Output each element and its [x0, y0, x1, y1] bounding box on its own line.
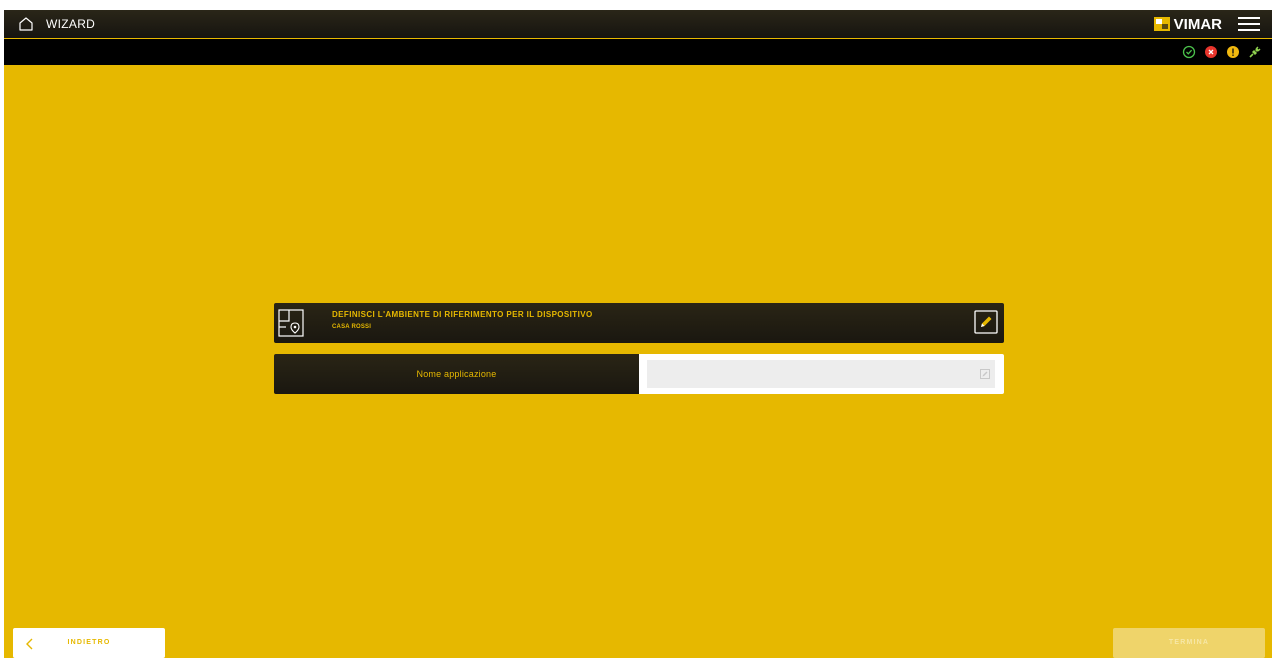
back-button-label: INDIETRO: [67, 639, 111, 646]
app-name-row: Nome applicazione: [274, 354, 1004, 394]
error-circle-icon[interactable]: [1204, 45, 1218, 59]
brand-logo: VIMAR: [1153, 15, 1222, 33]
environment-title: DEFINISCI L'AMBIENTE DI RIFERIMENTO PER …: [332, 310, 593, 319]
check-circle-icon[interactable]: [1182, 45, 1196, 59]
app-name-input[interactable]: [647, 360, 995, 388]
home-icon[interactable]: [18, 16, 34, 32]
warning-circle-icon[interactable]: [1226, 45, 1240, 59]
back-button[interactable]: INDIETRO: [13, 628, 165, 658]
top-bar: WIZARD VIMAR: [4, 10, 1272, 39]
finish-button[interactable]: TERMINA: [1113, 628, 1265, 658]
environment-selector: DEFINISCI L'AMBIENTE DI RIFERIMENTO PER …: [274, 303, 1004, 343]
app-window: WIZARD VIMAR DEFINISCI L'AMBIENTE DI RIF…: [4, 10, 1272, 658]
brand-name: VIMAR: [1173, 15, 1222, 33]
status-bar: [4, 39, 1272, 65]
plug-connected-icon[interactable]: [1248, 45, 1262, 59]
hamburger-menu-icon[interactable]: [1236, 15, 1262, 33]
app-name-field-container: [639, 354, 1004, 394]
edit-field-icon: [980, 369, 990, 379]
vimar-logo-icon: [1153, 17, 1170, 31]
edit-environment-button[interactable]: [974, 310, 998, 334]
floorplan-location-icon: [278, 309, 304, 337]
status-icons: [1182, 45, 1262, 59]
page-title: WIZARD: [46, 17, 96, 31]
finish-button-label: TERMINA: [1168, 639, 1210, 646]
environment-name: CASA ROSSI: [332, 324, 372, 330]
app-name-label: Nome applicazione: [274, 354, 639, 394]
